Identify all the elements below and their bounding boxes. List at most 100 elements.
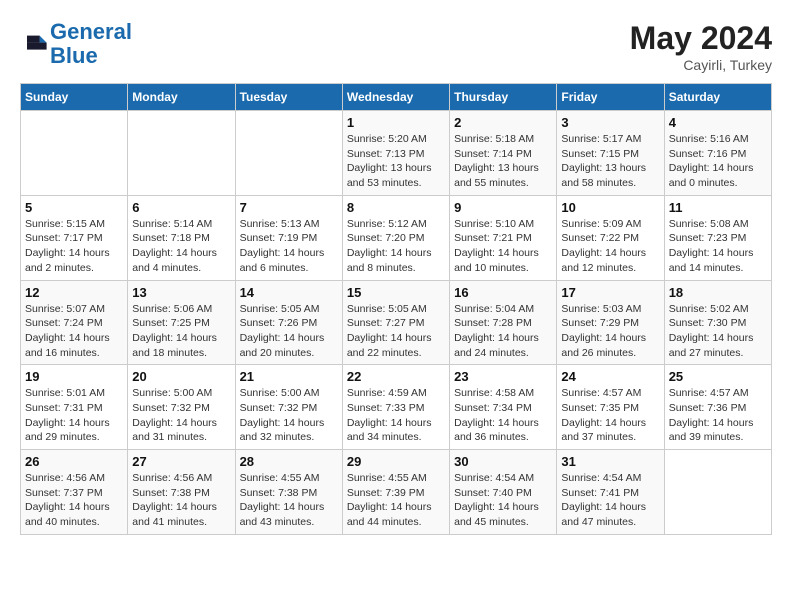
day-number: 12 (25, 285, 123, 300)
calendar-cell: 24 Sunrise: 4:57 AMSunset: 7:35 PMDayligh… (557, 365, 664, 450)
calendar-cell (664, 450, 771, 535)
calendar-week-row: 12Sunrise: 5:07 AMSunset: 7:24 PMDayligh… (21, 280, 772, 365)
calendar-cell: 25 Sunrise: 4:57 AMSunset: 7:36 PMDayligh… (664, 365, 771, 450)
day-number: 2 (454, 115, 552, 130)
day-number: 29 (347, 454, 445, 469)
day-number: 6 (132, 200, 230, 215)
day-number: 8 (347, 200, 445, 215)
logo: General Blue (20, 20, 132, 68)
day-info: Sunrise: 5:16 AMSunset: 7:16 PMDaylight:… (669, 132, 767, 191)
day-number: 28 (240, 454, 338, 469)
calendar-cell (235, 111, 342, 196)
calendar-cell: 31 Sunrise: 4:54 AMSunset: 7:41 PMDayligh… (557, 450, 664, 535)
calendar-cell: 10Sunrise: 5:09 AMSunset: 7:22 PMDayligh… (557, 195, 664, 280)
day-info: Sunrise: 5:00 AMSunset: 7:32 PMDaylight:… (132, 386, 230, 445)
title-block: May 2024 Cayirli, Turkey (630, 20, 772, 73)
day-info: Sunrise: 4:58 AMSunset: 7:34 PMDaylight:… (454, 386, 552, 445)
day-number: 18 (669, 285, 767, 300)
calendar-cell: 23 Sunrise: 4:58 AMSunset: 7:34 PMDayligh… (450, 365, 557, 450)
calendar-cell: 22 Sunrise: 4:59 AMSunset: 7:33 PMDayligh… (342, 365, 449, 450)
calendar-week-row: 19 Sunrise: 5:01 AMSunset: 7:31 PMDayligh… (21, 365, 772, 450)
calendar-cell: 30 Sunrise: 4:54 AMSunset: 7:40 PMDayligh… (450, 450, 557, 535)
calendar-cell: 7 Sunrise: 5:13 AMSunset: 7:19 PMDaylight… (235, 195, 342, 280)
page-header: General Blue May 2024 Cayirli, Turkey (20, 20, 772, 73)
calendar-cell: 15Sunrise: 5:05 AMSunset: 7:27 PMDayligh… (342, 280, 449, 365)
day-info: Sunrise: 4:56 AMSunset: 7:38 PMDaylight:… (132, 471, 230, 530)
day-info: Sunrise: 4:57 AMSunset: 7:36 PMDaylight:… (669, 386, 767, 445)
month-year: May 2024 (630, 20, 772, 57)
day-number: 1 (347, 115, 445, 130)
day-number: 31 (561, 454, 659, 469)
day-info: Sunrise: 4:57 AMSunset: 7:35 PMDaylight:… (561, 386, 659, 445)
calendar-cell: 5 Sunrise: 5:15 AMSunset: 7:17 PMDaylight… (21, 195, 128, 280)
day-info: Sunrise: 5:18 AMSunset: 7:14 PMDaylight:… (454, 132, 552, 191)
weekday-header: Monday (128, 84, 235, 111)
day-number: 17 (561, 285, 659, 300)
day-number: 20 (132, 369, 230, 384)
day-info: Sunrise: 5:12 AMSunset: 7:20 PMDaylight:… (347, 217, 445, 276)
day-info: Sunrise: 5:05 AMSunset: 7:26 PMDaylight:… (240, 302, 338, 361)
day-number: 24 (561, 369, 659, 384)
calendar-cell: 19 Sunrise: 5:01 AMSunset: 7:31 PMDayligh… (21, 365, 128, 450)
day-number: 9 (454, 200, 552, 215)
day-number: 26 (25, 454, 123, 469)
day-number: 22 (347, 369, 445, 384)
calendar-cell: 1Sunrise: 5:20 AMSunset: 7:13 PMDaylight… (342, 111, 449, 196)
day-number: 13 (132, 285, 230, 300)
day-info: Sunrise: 4:59 AMSunset: 7:33 PMDaylight:… (347, 386, 445, 445)
day-number: 4 (669, 115, 767, 130)
calendar-cell: 11Sunrise: 5:08 AMSunset: 7:23 PMDayligh… (664, 195, 771, 280)
day-number: 10 (561, 200, 659, 215)
calendar-cell: 21Sunrise: 5:00 AMSunset: 7:32 PMDayligh… (235, 365, 342, 450)
calendar-cell: 26Sunrise: 4:56 AMSunset: 7:37 PMDayligh… (21, 450, 128, 535)
weekday-header-row: SundayMondayTuesdayWednesdayThursdayFrid… (21, 84, 772, 111)
calendar-cell: 14 Sunrise: 5:05 AMSunset: 7:26 PMDayligh… (235, 280, 342, 365)
location: Cayirli, Turkey (630, 57, 772, 73)
day-number: 19 (25, 369, 123, 384)
day-info: Sunrise: 5:01 AMSunset: 7:31 PMDaylight:… (25, 386, 123, 445)
day-number: 30 (454, 454, 552, 469)
calendar-cell: 27Sunrise: 4:56 AMSunset: 7:38 PMDayligh… (128, 450, 235, 535)
calendar-cell (128, 111, 235, 196)
day-number: 14 (240, 285, 338, 300)
day-info: Sunrise: 5:03 AMSunset: 7:29 PMDaylight:… (561, 302, 659, 361)
day-info: Sunrise: 5:15 AMSunset: 7:17 PMDaylight:… (25, 217, 123, 276)
calendar-table: SundayMondayTuesdayWednesdayThursdayFrid… (20, 83, 772, 535)
day-info: Sunrise: 5:05 AMSunset: 7:27 PMDaylight:… (347, 302, 445, 361)
weekday-header: Thursday (450, 84, 557, 111)
day-number: 16 (454, 285, 552, 300)
calendar-cell: 28 Sunrise: 4:55 AMSunset: 7:38 PMDayligh… (235, 450, 342, 535)
calendar-cell: 20 Sunrise: 5:00 AMSunset: 7:32 PMDayligh… (128, 365, 235, 450)
day-number: 3 (561, 115, 659, 130)
day-info: Sunrise: 5:14 AMSunset: 7:18 PMDaylight:… (132, 217, 230, 276)
day-number: 21 (240, 369, 338, 384)
calendar-cell: 13 Sunrise: 5:06 AMSunset: 7:25 PMDayligh… (128, 280, 235, 365)
weekday-header: Friday (557, 84, 664, 111)
day-info: Sunrise: 4:54 AMSunset: 7:40 PMDaylight:… (454, 471, 552, 530)
weekday-header: Tuesday (235, 84, 342, 111)
day-info: Sunrise: 5:06 AMSunset: 7:25 PMDaylight:… (132, 302, 230, 361)
calendar-cell: 12Sunrise: 5:07 AMSunset: 7:24 PMDayligh… (21, 280, 128, 365)
logo-line1: General (50, 19, 132, 44)
calendar-cell: 17 Sunrise: 5:03 AMSunset: 7:29 PMDayligh… (557, 280, 664, 365)
logo-icon (20, 30, 48, 58)
day-info: Sunrise: 4:54 AMSunset: 7:41 PMDaylight:… (561, 471, 659, 530)
day-number: 7 (240, 200, 338, 215)
day-number: 23 (454, 369, 552, 384)
calendar-cell (21, 111, 128, 196)
day-number: 25 (669, 369, 767, 384)
day-number: 5 (25, 200, 123, 215)
day-info: Sunrise: 4:55 AMSunset: 7:38 PMDaylight:… (240, 471, 338, 530)
weekday-header: Wednesday (342, 84, 449, 111)
day-info: Sunrise: 5:08 AMSunset: 7:23 PMDaylight:… (669, 217, 767, 276)
calendar-cell: 2 Sunrise: 5:18 AMSunset: 7:14 PMDaylight… (450, 111, 557, 196)
calendar-week-row: 1Sunrise: 5:20 AMSunset: 7:13 PMDaylight… (21, 111, 772, 196)
calendar-cell: 4 Sunrise: 5:16 AMSunset: 7:16 PMDaylight… (664, 111, 771, 196)
weekday-header: Saturday (664, 84, 771, 111)
day-info: Sunrise: 5:13 AMSunset: 7:19 PMDaylight:… (240, 217, 338, 276)
calendar-cell: 29Sunrise: 4:55 AMSunset: 7:39 PMDayligh… (342, 450, 449, 535)
day-info: Sunrise: 5:02 AMSunset: 7:30 PMDaylight:… (669, 302, 767, 361)
logo-line2: Blue (50, 43, 98, 68)
logo-text: General Blue (50, 20, 132, 68)
calendar-cell: 6 Sunrise: 5:14 AMSunset: 7:18 PMDaylight… (128, 195, 235, 280)
